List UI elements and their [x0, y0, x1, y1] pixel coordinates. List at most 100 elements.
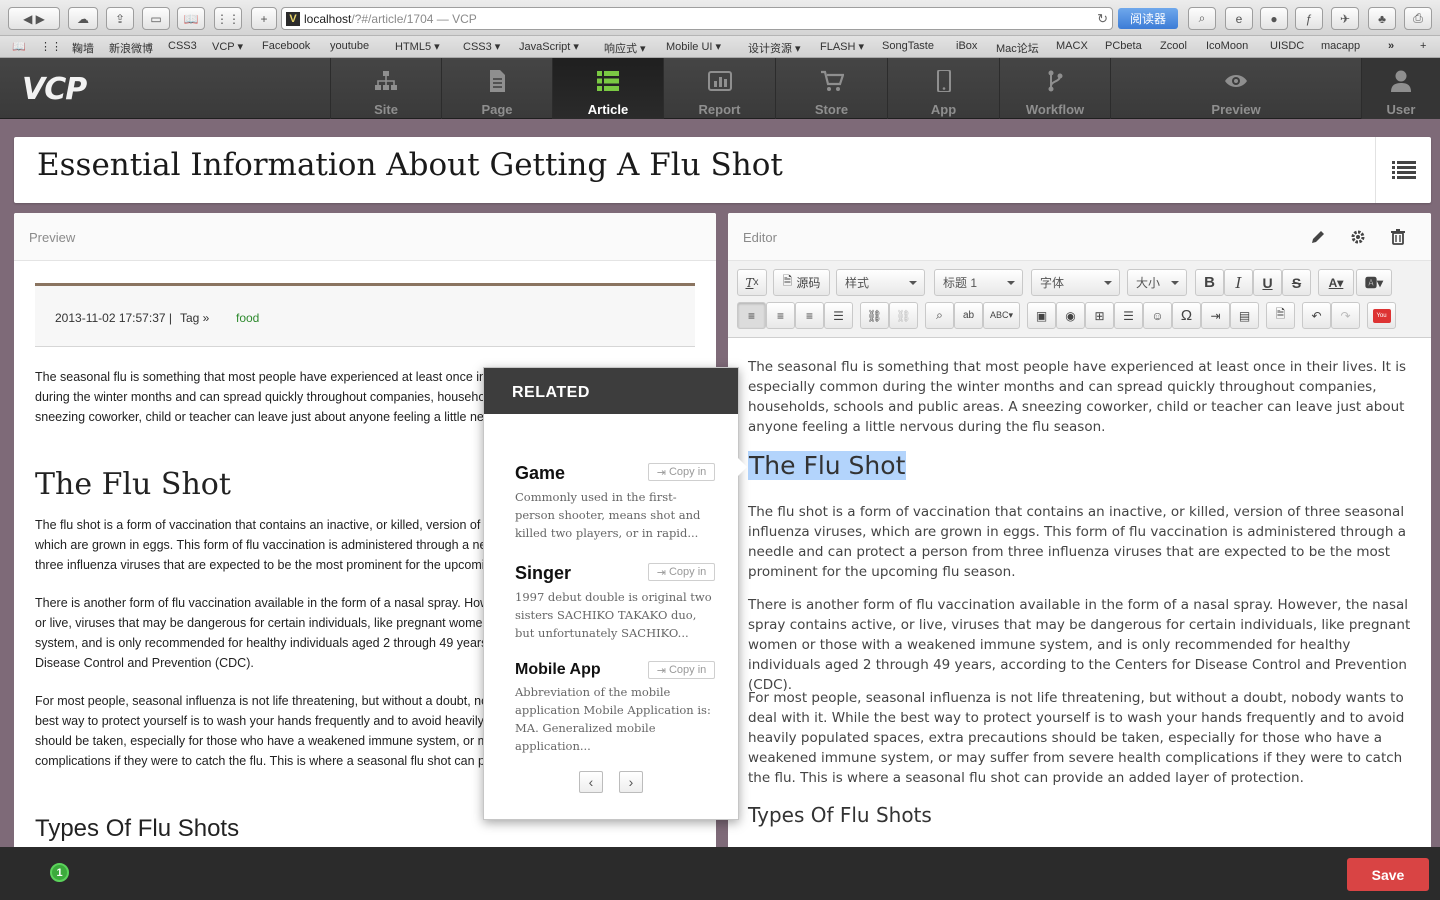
nav-item-user[interactable]: User	[1361, 58, 1440, 119]
editor-paragraph[interactable]: There is another form of flu vaccination…	[748, 595, 1412, 695]
function-icon[interactable]: ƒ	[1295, 7, 1323, 30]
replace-icon[interactable]: ab	[954, 302, 983, 329]
copy-in-button[interactable]: ⇥ Copy in	[648, 661, 715, 679]
trash-icon[interactable]	[1390, 229, 1406, 245]
smiley-icon[interactable]: ☺	[1143, 302, 1172, 329]
editor-subheading[interactable]: Types Of Flu Shots	[748, 803, 932, 827]
prev-page-button[interactable]: ‹	[579, 771, 603, 793]
bookmark-item[interactable]: Mobile UI ▾	[666, 40, 721, 53]
new-tab-icon[interactable]: +	[251, 7, 277, 30]
ie-icon[interactable]: e	[1225, 7, 1253, 30]
bookmark-item[interactable]: FLASH ▾	[820, 40, 864, 53]
style-select[interactable]: 样式	[836, 269, 925, 296]
copy-in-button[interactable]: ⇥ Copy in	[648, 463, 715, 481]
top-sites-icon[interactable]: ▭	[142, 7, 170, 30]
add-bookmark-icon[interactable]: +	[1420, 40, 1426, 52]
bookmark-item[interactable]: macapp	[1321, 40, 1360, 52]
back-forward-buttons[interactable]: ◀ ▶	[8, 7, 60, 30]
bookmark-item[interactable]: VCP ▾	[212, 40, 243, 53]
bookmark-item[interactable]: Facebook	[262, 40, 310, 52]
bookmark-item[interactable]: 新浪微博	[109, 40, 153, 56]
tag-link[interactable]: food	[236, 311, 259, 325]
redo-icon[interactable]: ↷	[1331, 302, 1360, 329]
nav-item-preview[interactable]: Preview	[1110, 58, 1361, 119]
undo-icon[interactable]: ↶	[1302, 302, 1331, 329]
record-icon[interactable]: ●	[1260, 7, 1288, 30]
search-icon[interactable]: ⌕	[1188, 7, 1216, 30]
share-icon[interactable]: ⇪	[106, 7, 134, 30]
font-select[interactable]: 字体	[1031, 269, 1120, 296]
icloud-icon[interactable]: ☁	[68, 7, 98, 30]
iframe-icon[interactable]: ▤	[1230, 302, 1259, 329]
italic-icon[interactable]: I	[1224, 269, 1253, 296]
next-page-button[interactable]: ›	[619, 771, 643, 793]
flash-icon[interactable]: ◉	[1056, 302, 1085, 329]
save-button[interactable]: Save	[1347, 858, 1429, 891]
unlink-icon[interactable]: ⛓	[889, 302, 918, 329]
background-color-icon[interactable]: 🅰▾	[1356, 269, 1392, 296]
bookmark-item[interactable]: CSS3 ▾	[463, 40, 500, 53]
bold-icon[interactable]: B	[1195, 269, 1224, 296]
nav-item-app[interactable]: App	[887, 58, 999, 119]
reload-icon[interactable]: ↻	[1097, 11, 1108, 27]
editor-paragraph[interactable]: For most people, seasonal influenza is n…	[748, 688, 1412, 788]
pencil-icon[interactable]	[1310, 229, 1326, 245]
copy-in-button[interactable]: ⇥ Copy in	[648, 563, 715, 581]
spellcheck-icon[interactable]: ABC▾	[983, 302, 1020, 329]
bookmark-item[interactable]: JavaScript ▾	[519, 40, 579, 53]
bookmark-item[interactable]: HTML5 ▾	[395, 40, 440, 53]
nav-item-workflow[interactable]: Workflow	[999, 58, 1110, 119]
image-icon[interactable]: ▣	[1027, 302, 1056, 329]
clear-format-icon[interactable]: Tx	[737, 269, 767, 296]
print-icon[interactable]: ⎙	[1404, 7, 1432, 30]
bookmark-item[interactable]: PCbeta	[1105, 40, 1142, 52]
nav-item-page[interactable]: Page	[441, 58, 552, 119]
bookmark-item[interactable]: 鞠墙	[72, 40, 94, 56]
article-list-button[interactable]	[1375, 137, 1431, 203]
reading-list-icon[interactable]: 📖	[12, 40, 26, 53]
editor-paragraph[interactable]: The flu shot is a form of vaccination th…	[748, 502, 1412, 582]
align-right-icon[interactable]: ≡	[795, 302, 824, 329]
article-title[interactable]: Essential Information About Getting A Fl…	[37, 147, 783, 183]
notification-badge[interactable]: 1	[50, 863, 69, 882]
app-logo[interactable]: VCP	[22, 72, 87, 107]
table-icon[interactable]: ⊞	[1085, 302, 1114, 329]
extension-icon[interactable]: ✈	[1331, 7, 1359, 30]
align-left-icon[interactable]: ≡	[737, 302, 766, 329]
editor-heading-selected[interactable]: The Flu Shot	[748, 451, 907, 480]
bookmark-item[interactable]: youtube	[330, 40, 369, 52]
nav-item-report[interactable]: Report	[663, 58, 775, 119]
bookmark-item[interactable]: Zcool	[1160, 40, 1187, 52]
more-bookmarks-icon[interactable]: »	[1388, 40, 1394, 52]
horizontal-rule-icon[interactable]: ☰	[1114, 302, 1143, 329]
url-bar[interactable]: V localhost /?#/article/1704 — VCP ↻	[281, 7, 1113, 30]
reader-button[interactable]: 阅读器	[1118, 8, 1178, 29]
link-icon[interactable]: ⛓	[860, 302, 889, 329]
bookmark-item[interactable]: IcoMoon	[1206, 40, 1248, 52]
underline-icon[interactable]: U	[1253, 269, 1282, 296]
nav-item-store[interactable]: Store	[775, 58, 887, 119]
source-button[interactable]: 🗎 源码	[773, 269, 830, 296]
editor-paragraph[interactable]: The seasonal flu is something that most …	[748, 357, 1412, 437]
template-icon[interactable]: 🗎	[1266, 302, 1295, 329]
bookmark-item[interactable]: Mac论坛	[996, 40, 1039, 56]
bookmark-item[interactable]: CSS3	[168, 40, 197, 52]
strikethrough-icon[interactable]: S	[1282, 269, 1311, 296]
gear-icon[interactable]	[1350, 229, 1366, 245]
page-break-icon[interactable]: ⇥	[1201, 302, 1230, 329]
align-justify-icon[interactable]: ☰	[824, 302, 853, 329]
tree-icon[interactable]: ♣	[1368, 7, 1396, 30]
bookmark-item[interactable]: MACX	[1056, 40, 1088, 52]
bookmark-item[interactable]: UISDC	[1270, 40, 1304, 52]
align-center-icon[interactable]: ≡	[766, 302, 795, 329]
show-all-bookmarks-icon[interactable]: ⋮⋮	[40, 40, 62, 53]
nav-item-article[interactable]: Article	[552, 58, 663, 119]
bookmark-item[interactable]: SongTaste	[882, 40, 934, 52]
bookmark-item[interactable]: 响应式 ▾	[604, 40, 646, 56]
text-color-icon[interactable]: A▾	[1318, 269, 1354, 296]
bookmark-item[interactable]: iBox	[956, 40, 977, 52]
bookmarks-book-icon[interactable]: 📖	[177, 7, 205, 30]
nav-item-site[interactable]: Site	[330, 58, 441, 119]
bookmark-item[interactable]: 设计资源 ▾	[748, 40, 801, 56]
find-icon[interactable]: ⌕	[925, 302, 954, 329]
